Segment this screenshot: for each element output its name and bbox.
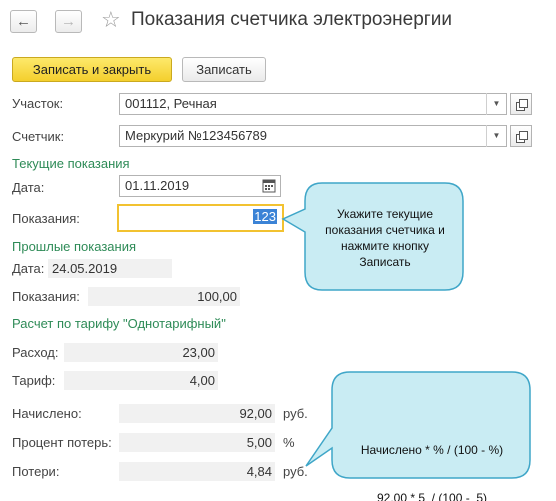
hint-callout: Укажите текущие показания счетчика и наж…	[308, 206, 462, 270]
formula-callout: Начислено * % / (100 - %) 92,00 * 5 / (1…	[336, 410, 528, 501]
hint-line: нажмите кнопку	[340, 239, 430, 253]
formula-line: Начислено * % / (100 - %)	[360, 443, 504, 457]
hint-line: показания счетчика и	[325, 223, 445, 237]
formula-line: 92,00 * 5 / (100 - 5)	[376, 491, 488, 501]
hint-line: Записать	[359, 255, 411, 269]
hint-line: Укажите текущие	[336, 207, 434, 221]
